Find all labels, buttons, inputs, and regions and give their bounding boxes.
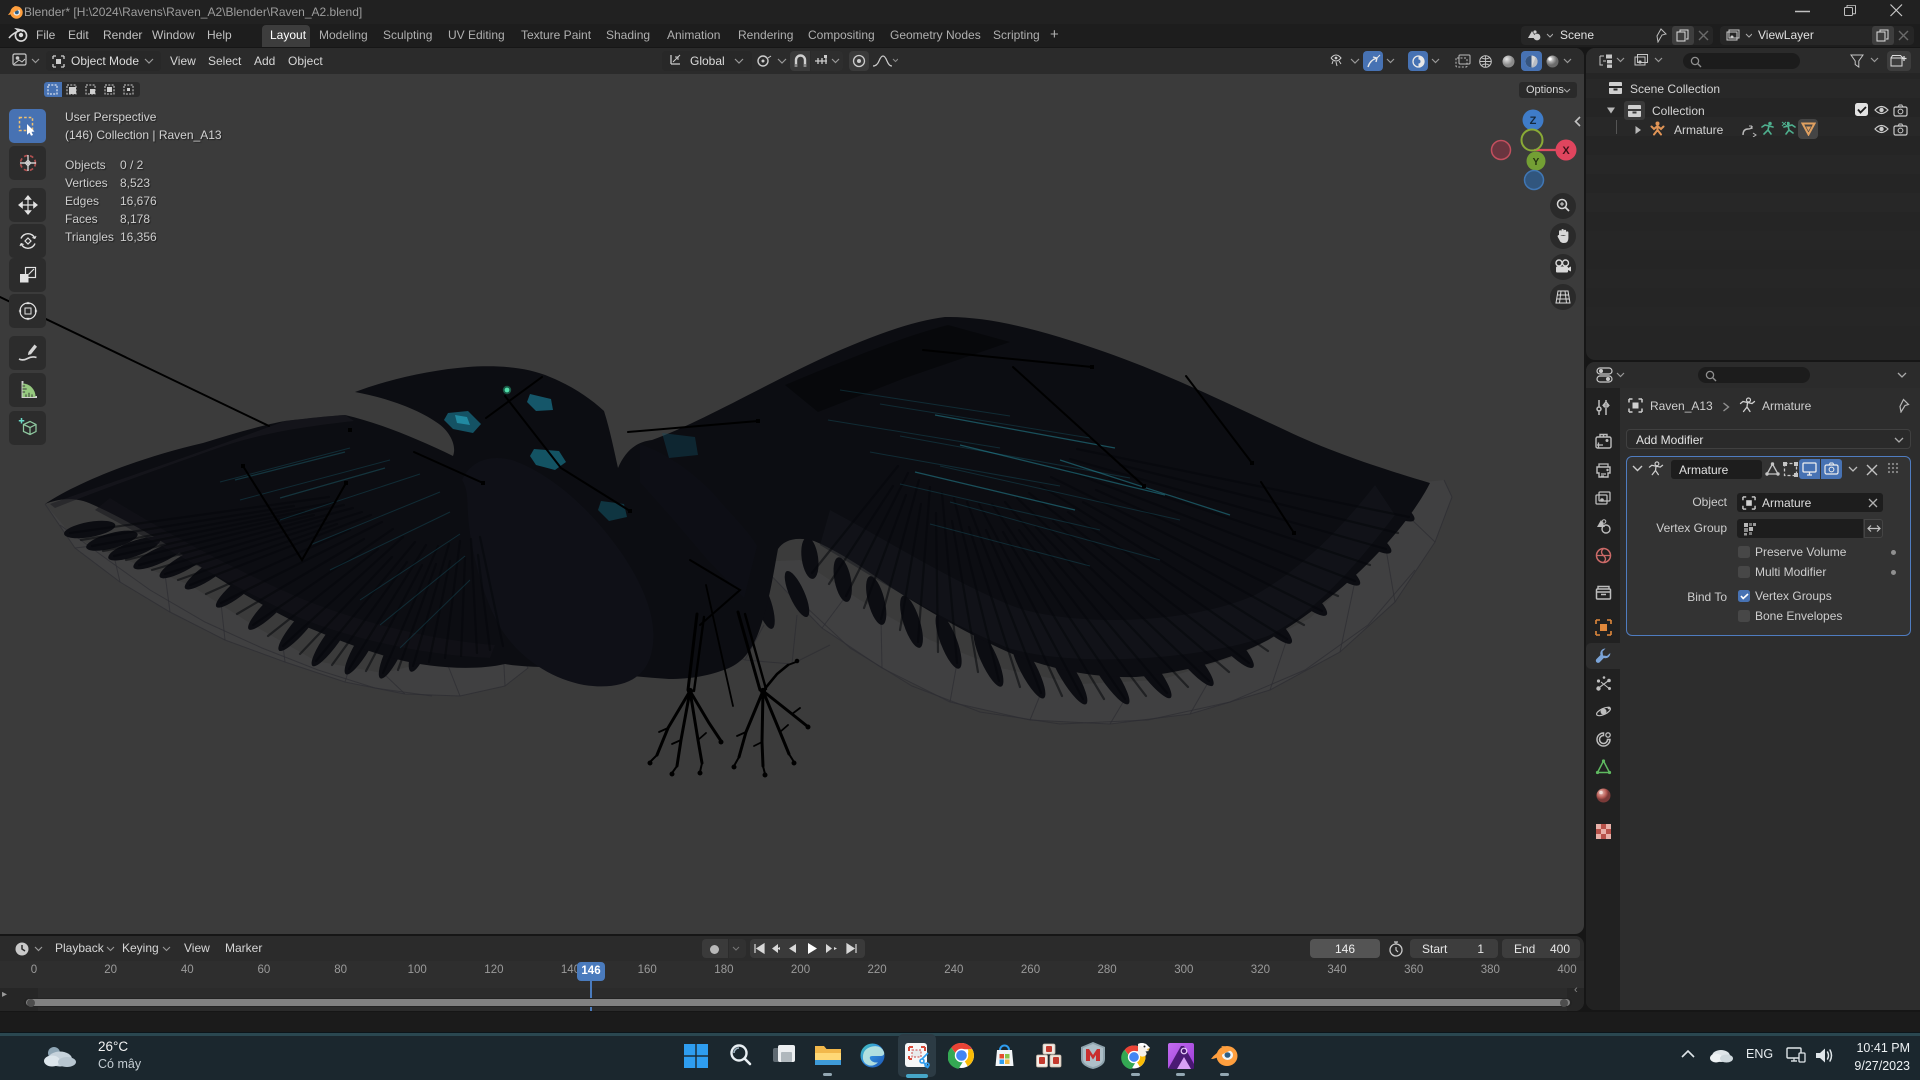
svg-text:Z: Z bbox=[1530, 115, 1537, 127]
svg-text:Y: Y bbox=[1533, 157, 1540, 168]
svg-text:X: X bbox=[1562, 145, 1570, 157]
